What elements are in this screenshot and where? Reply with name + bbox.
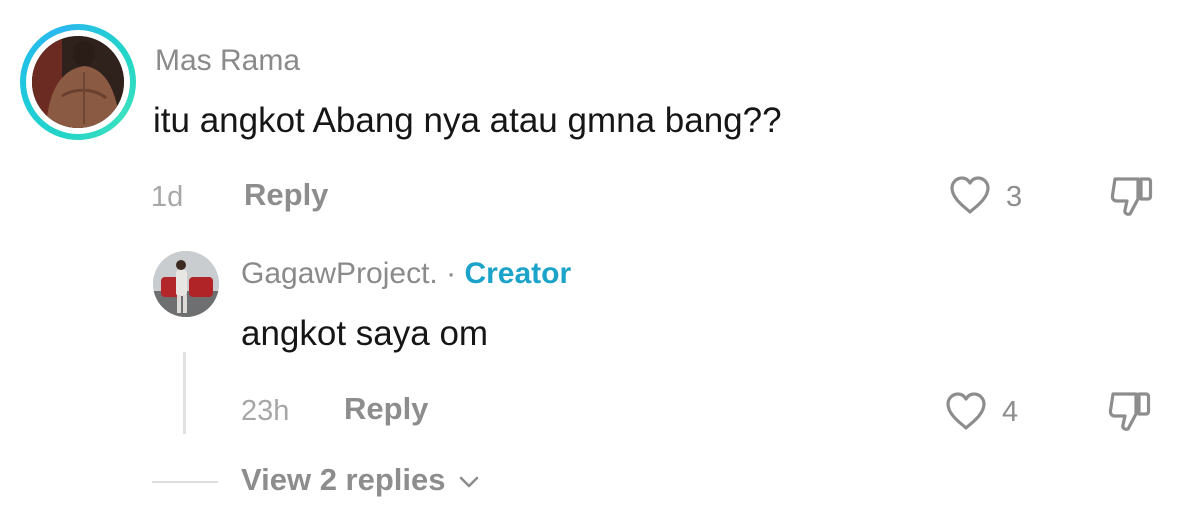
comment-text: itu angkot Abang nya atau gmna bang??	[153, 101, 782, 140]
like-count: 3	[1006, 181, 1023, 213]
reply-button[interactable]: Reply	[244, 177, 328, 213]
separator-dot: ·	[446, 257, 457, 290]
thread-line	[183, 352, 186, 434]
avatar-photo	[32, 36, 124, 128]
creator-avatar-photo	[153, 251, 219, 317]
reply-text: angkot saya om	[241, 314, 489, 353]
thumbs-down-icon[interactable]	[1106, 390, 1152, 434]
heart-outline-icon[interactable]	[944, 390, 988, 432]
commenter-username[interactable]: Mas Rama	[155, 44, 300, 78]
avatar-photo-art	[32, 36, 124, 128]
chevron-down-icon	[459, 476, 479, 488]
view-replies-button[interactable]: View 2 replies	[241, 462, 480, 498]
comment-timestamp: 1d	[151, 181, 184, 213]
view-replies-divider	[152, 481, 218, 483]
reply-timestamp: 23h	[241, 395, 290, 427]
creator-badge: Creator	[464, 257, 572, 290]
creator-username-row: GagawProject. · Creator	[241, 257, 571, 291]
heart-outline-icon[interactable]	[948, 174, 992, 216]
reply-to-reply-button[interactable]: Reply	[344, 391, 428, 427]
creator-username[interactable]: GagawProject.	[241, 257, 438, 290]
reply-like-count: 4	[1002, 396, 1019, 428]
creator-avatar[interactable]	[153, 251, 219, 317]
commenter-avatar[interactable]	[20, 24, 136, 140]
thumbs-down-icon[interactable]	[1108, 175, 1154, 219]
view-replies-label: View 2 replies	[241, 462, 446, 497]
